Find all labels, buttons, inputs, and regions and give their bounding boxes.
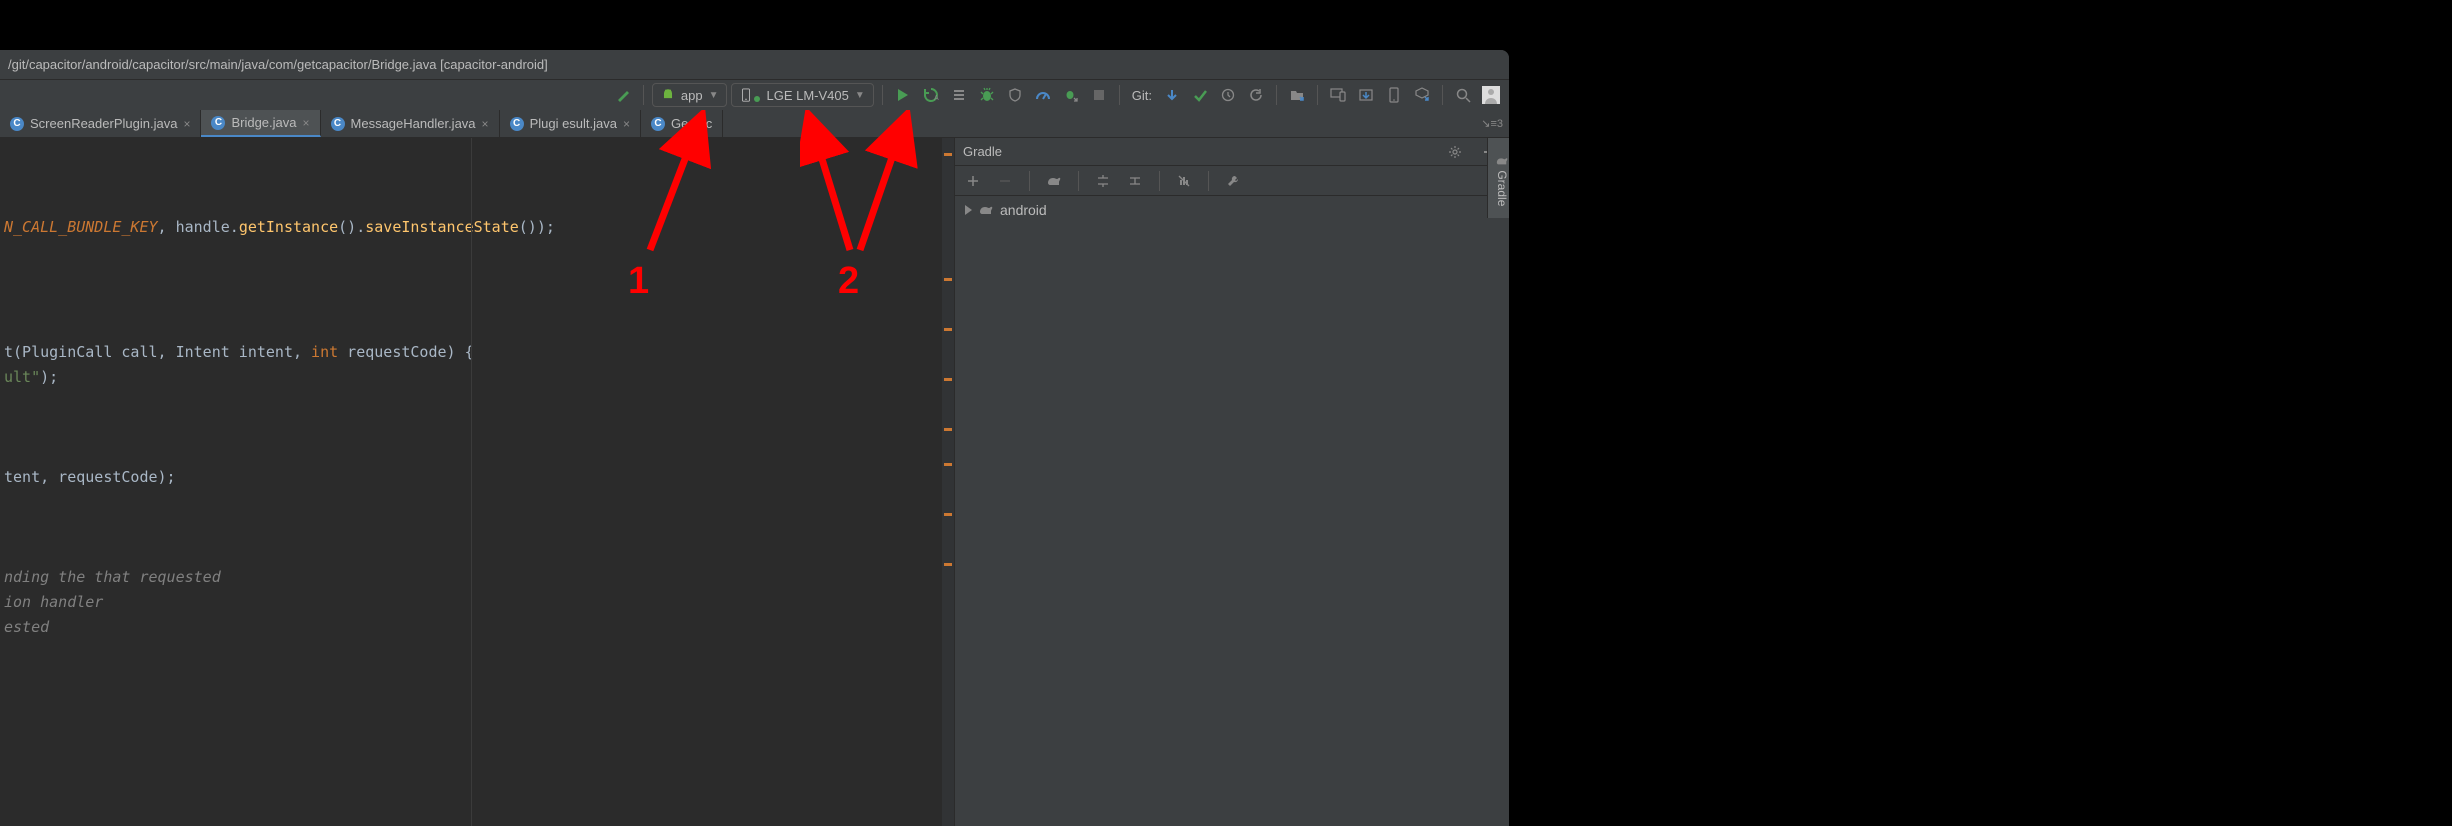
apply-changes-icon[interactable]: A [919, 83, 943, 107]
tab-label: Geoloc [671, 116, 712, 131]
profiler-icon[interactable] [1031, 83, 1055, 107]
expand-all-icon[interactable] [1091, 169, 1115, 193]
git-commit-icon[interactable] [1188, 83, 1212, 107]
toolbar-separator [643, 85, 644, 105]
close-icon[interactable]: × [303, 116, 310, 130]
class-icon: C [10, 117, 24, 131]
window-titlebar: /git/capacitor/android/capacitor/src/mai… [0, 50, 1509, 80]
main-toolbar: app ▼ LGE LM-V405 ▼ A [0, 80, 1509, 110]
offline-mode-icon[interactable] [1172, 169, 1196, 193]
wrench-icon[interactable] [1221, 169, 1245, 193]
tab-label: Bridge.java [231, 115, 296, 130]
editor-tab[interactable]: C ScreenReaderPlugin.java × [0, 110, 201, 137]
tab-label: ScreenReaderPlugin.java [30, 116, 177, 131]
chevron-down-icon: ▼ [855, 90, 865, 101]
git-rollback-icon[interactable] [1244, 83, 1268, 107]
toolbar-separator [1442, 85, 1443, 105]
build-hammer-icon[interactable] [611, 83, 635, 107]
code-editor[interactable]: N_CALL_BUNDLE_KEY, handle.getInstance().… [0, 138, 942, 826]
toolbar-separator [1029, 171, 1030, 191]
class-icon: C [510, 117, 524, 131]
gradle-panel-title: Gradle [963, 144, 1002, 159]
run-button[interactable] [891, 83, 915, 107]
window-title: /git/capacitor/android/capacitor/src/mai… [8, 57, 548, 72]
git-history-icon[interactable] [1216, 83, 1240, 107]
warning-stripe-mark[interactable] [944, 463, 952, 466]
gradle-side-tab[interactable]: Gradle [1487, 138, 1509, 218]
close-icon[interactable]: × [623, 117, 630, 131]
attach-debugger-icon[interactable] [1059, 83, 1083, 107]
run-config-selector[interactable]: app ▼ [652, 83, 728, 107]
gradle-project-tree[interactable]: android [955, 196, 1509, 224]
remove-icon[interactable] [993, 169, 1017, 193]
warning-stripe-mark[interactable] [944, 513, 952, 516]
gradle-elephant-icon [1495, 155, 1509, 167]
close-icon[interactable]: × [183, 117, 190, 131]
expand-arrow-icon[interactable] [965, 205, 972, 215]
status-dot-icon [754, 96, 760, 102]
tabs-overflow-indicator[interactable]: ↘≡3 [1481, 110, 1509, 137]
gradle-project-name: android [1000, 202, 1047, 218]
editor-tabs: C ScreenReaderPlugin.java × C Bridge.jav… [0, 110, 1509, 138]
open-file-icon[interactable] [1285, 83, 1309, 107]
class-icon: C [651, 117, 665, 131]
class-icon: C [331, 117, 345, 131]
svg-text:A: A [934, 95, 939, 102]
side-tab-label: Gradle [1495, 171, 1509, 207]
warning-stripe-mark[interactable] [944, 378, 952, 381]
editor-error-stripe[interactable] [942, 138, 954, 826]
gradle-tool-window: Gradle [954, 138, 1509, 826]
phone-icon [740, 88, 752, 102]
coverage-icon[interactable] [1003, 83, 1027, 107]
warning-stripe-mark[interactable] [944, 428, 952, 431]
warning-stripe-mark[interactable] [944, 153, 952, 156]
avd-manager-icon[interactable] [1326, 83, 1350, 107]
editor-tab[interactable]: C Geoloc [641, 110, 723, 137]
content-area: N_CALL_BUNDLE_KEY, handle.getInstance().… [0, 138, 1509, 826]
tab-label: MessageHandler.java [351, 116, 476, 131]
collapse-all-icon[interactable] [1123, 169, 1147, 193]
gradle-elephant-icon [978, 203, 994, 217]
gradle-toolbar [955, 166, 1509, 196]
toolbar-separator [1159, 171, 1160, 191]
user-avatar-icon[interactable] [1479, 83, 1503, 107]
git-label: Git: [1132, 88, 1152, 103]
class-icon: C [211, 116, 225, 130]
device-label: LGE LM-V405 [766, 88, 848, 103]
editor-tab[interactable]: C Plugi esult.java × [500, 110, 641, 137]
device-manager-icon[interactable] [1382, 83, 1406, 107]
tab-label: Plugi esult.java [530, 116, 617, 131]
debug-button[interactable] [975, 83, 999, 107]
stop-button[interactable] [1087, 83, 1111, 107]
toolbar-separator [1317, 85, 1318, 105]
run-config-label: app [681, 88, 703, 103]
warning-stripe-mark[interactable] [944, 563, 952, 566]
sdk-manager-icon[interactable] [1354, 83, 1378, 107]
editor-tab[interactable]: C MessageHandler.java × [321, 110, 500, 137]
editor-tab[interactable]: C Bridge.java × [201, 110, 320, 137]
gradle-panel-header: Gradle [955, 138, 1509, 166]
warning-stripe-mark[interactable] [944, 328, 952, 331]
toolbar-separator [1119, 85, 1120, 105]
device-selector[interactable]: LGE LM-V405 ▼ [731, 83, 873, 107]
warning-stripe-mark[interactable] [944, 278, 952, 281]
search-everywhere-icon[interactable] [1451, 83, 1475, 107]
resource-manager-icon[interactable] [1410, 83, 1434, 107]
apply-code-changes-icon[interactable] [947, 83, 971, 107]
gradle-elephant-icon[interactable] [1042, 169, 1066, 193]
close-icon[interactable]: × [482, 117, 489, 131]
toolbar-separator [1208, 171, 1209, 191]
tabs-overflow-label: ↘≡3 [1481, 117, 1503, 130]
gear-icon[interactable] [1443, 140, 1467, 164]
editor-ruler [471, 138, 472, 826]
toolbar-separator [1276, 85, 1277, 105]
android-icon [661, 88, 675, 102]
git-update-icon[interactable] [1160, 83, 1184, 107]
chevron-down-icon: ▼ [709, 90, 719, 101]
toolbar-separator [1078, 171, 1079, 191]
gradle-project-node[interactable]: android [965, 202, 1499, 218]
toolbar-separator [882, 85, 883, 105]
add-icon[interactable] [961, 169, 985, 193]
ide-window: /git/capacitor/android/capacitor/src/mai… [0, 50, 1509, 826]
